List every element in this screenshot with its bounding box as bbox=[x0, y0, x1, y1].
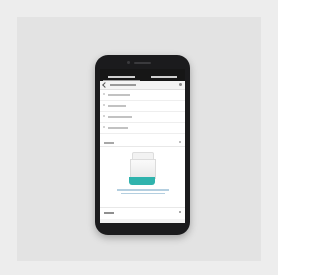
menu-row[interactable] bbox=[100, 112, 185, 123]
footer-section-row[interactable] bbox=[100, 207, 185, 217]
menu-row[interactable] bbox=[100, 90, 185, 101]
add-icon[interactable] bbox=[179, 211, 181, 213]
add-icon[interactable] bbox=[179, 141, 181, 143]
smartphone bbox=[95, 55, 190, 235]
bullet-icon bbox=[103, 104, 105, 106]
screen-title bbox=[110, 84, 136, 86]
status-dot-icon bbox=[179, 83, 182, 86]
top-tab-2[interactable] bbox=[143, 73, 186, 81]
bullet-icon bbox=[103, 115, 105, 117]
app-top-bar bbox=[100, 73, 185, 81]
bullet-icon bbox=[103, 93, 105, 95]
screen-header bbox=[100, 81, 185, 90]
phone-screen bbox=[100, 69, 185, 223]
earpiece-speaker bbox=[134, 62, 151, 64]
menu-row[interactable] bbox=[100, 123, 185, 134]
bottom-bar bbox=[100, 219, 185, 223]
product-caption bbox=[114, 189, 171, 196]
bullet-icon bbox=[103, 126, 105, 128]
front-camera bbox=[127, 61, 130, 64]
back-arrow-icon[interactable] bbox=[102, 82, 108, 88]
menu-list bbox=[100, 90, 185, 134]
top-tab-1[interactable] bbox=[100, 73, 143, 81]
menu-row[interactable] bbox=[100, 101, 185, 112]
section-header[interactable] bbox=[100, 139, 185, 147]
product-jar-image bbox=[129, 152, 156, 186]
